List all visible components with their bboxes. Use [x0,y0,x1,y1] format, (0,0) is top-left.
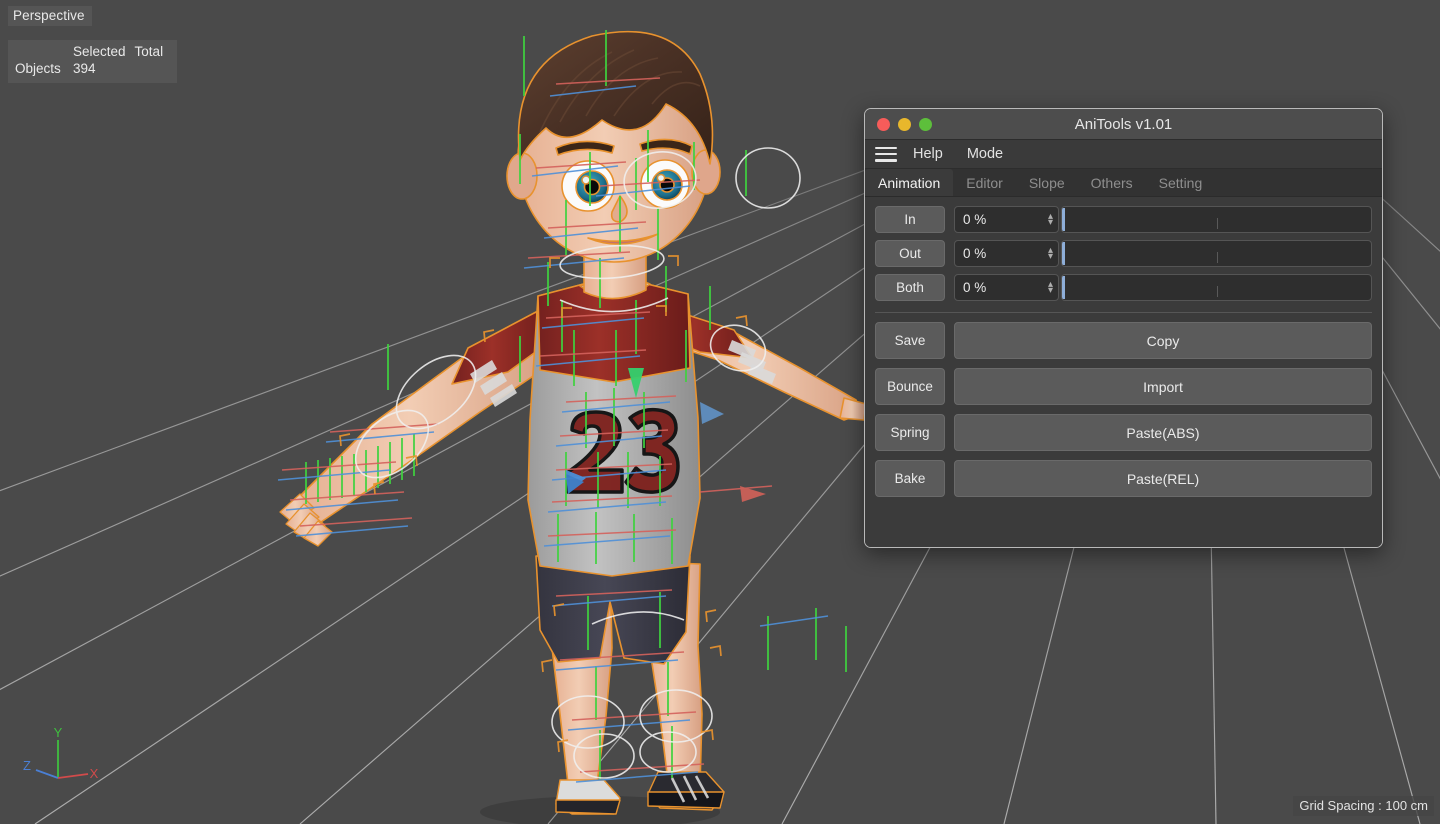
out-stepper-arrows[interactable]: ▴ ▾ [1048,245,1053,261]
viewport-view-label: Perspective [8,6,92,26]
out-slider-handle[interactable] [1062,242,1065,265]
bounce-button[interactable]: Bounce [875,368,945,405]
stats-objects-row: Objects 394 [12,60,169,77]
axis-x-label: X [90,766,99,781]
tab-editor[interactable]: Editor [953,169,1016,196]
in-value: 0 % [963,212,987,227]
action-row-bounce-import: Bounce Import [875,368,1372,405]
both-spinbox[interactable]: 0 % ▴ ▾ [954,274,1059,301]
viewport-stats-panel: Selected Total Objects 394 [8,40,178,83]
stats-row-label: Objects [15,61,61,76]
in-button[interactable]: In [875,206,945,233]
stats-total-header: Total [134,44,164,59]
action-row-spring-paste-abs: Spring Paste(ABS) [875,414,1372,451]
in-slider-track[interactable] [1061,206,1372,233]
both-value: 0 % [963,280,987,295]
minimize-button[interactable] [898,117,911,131]
stats-selected-value: 394 [73,61,96,76]
both-button[interactable]: Both [875,274,945,301]
stats-blank-header [12,43,70,60]
panel-tabbar[interactable]: Animation Editor Slope Others Setting [865,169,1382,197]
stats-header-row: Selected Total [12,43,169,60]
in-slider-midtick [1216,218,1218,229]
spring-button[interactable]: Spring [875,414,945,451]
paste-abs-button[interactable]: Paste(ABS) [954,414,1372,451]
anitools-window[interactable]: AniTools v1.01 Help Mode Animation Edito… [864,108,1383,548]
window-titlebar[interactable]: AniTools v1.01 [865,109,1382,140]
hamburger-menu-icon[interactable] [875,146,897,162]
in-stepper-down[interactable]: ▾ [1048,217,1053,227]
slider-row-in: In 0 % ▴ ▾ [875,206,1372,233]
tab-animation[interactable]: Animation [865,169,954,196]
out-button[interactable]: Out [875,240,945,267]
window-controls [877,117,932,131]
perspective-viewport[interactable]: Perspective Selected Total Objects 394 Y… [0,0,1440,824]
animation-tab-panel: In 0 % ▴ ▾ Out 0 % ▴ ▾ Both 0 % ▴ ▾ Save… [865,197,1382,547]
in-stepper-arrows[interactable]: ▴ ▾ [1048,211,1053,227]
axis-y-label: Y [54,726,63,740]
in-spinbox[interactable]: 0 % ▴ ▾ [954,206,1059,233]
out-stepper-down[interactable]: ▾ [1048,251,1053,261]
both-stepper-down[interactable]: ▾ [1048,285,1053,295]
both-slider-midtick [1216,286,1218,297]
paste-rel-button[interactable]: Paste(REL) [954,460,1372,497]
window-menubar[interactable]: Help Mode [865,140,1382,169]
menu-item-mode[interactable]: Mode [965,144,1015,164]
panel-separator [875,312,1372,313]
axis-z-label: Z [23,758,31,773]
slider-row-out: Out 0 % ▴ ▾ [875,240,1372,267]
zoom-button[interactable] [919,117,932,131]
in-slider-handle[interactable] [1062,208,1065,231]
bake-button[interactable]: Bake [875,460,945,497]
window-title: AniTools v1.01 [1074,115,1173,133]
out-value: 0 % [963,246,987,261]
action-row-save-copy: Save Copy [875,322,1372,359]
both-slider-handle[interactable] [1062,276,1065,299]
tab-slope[interactable]: Slope [1016,169,1078,196]
copy-button[interactable]: Copy [954,322,1372,359]
out-slider-midtick [1216,252,1218,263]
both-stepper-arrows[interactable]: ▴ ▾ [1048,279,1053,295]
import-button[interactable]: Import [954,368,1372,405]
both-slider-track[interactable] [1061,274,1372,301]
axis-gizmo: Y X Z [23,726,99,781]
action-row-bake-paste-rel: Bake Paste(REL) [875,460,1372,497]
stats-selected-header: Selected [73,44,126,59]
out-spinbox[interactable]: 0 % ▴ ▾ [954,240,1059,267]
close-button[interactable] [877,117,890,131]
slider-row-both: Both 0 % ▴ ▾ [875,274,1372,301]
tab-setting[interactable]: Setting [1146,169,1216,196]
out-slider-track[interactable] [1061,240,1372,267]
grid-spacing-label: Grid Spacing : 100 cm [1293,796,1434,816]
stats-table: Selected Total Objects 394 [12,43,169,77]
save-button[interactable]: Save [875,322,945,359]
menu-item-help[interactable]: Help [911,144,955,164]
stats-total-value [132,60,170,77]
tab-others[interactable]: Others [1078,169,1146,196]
